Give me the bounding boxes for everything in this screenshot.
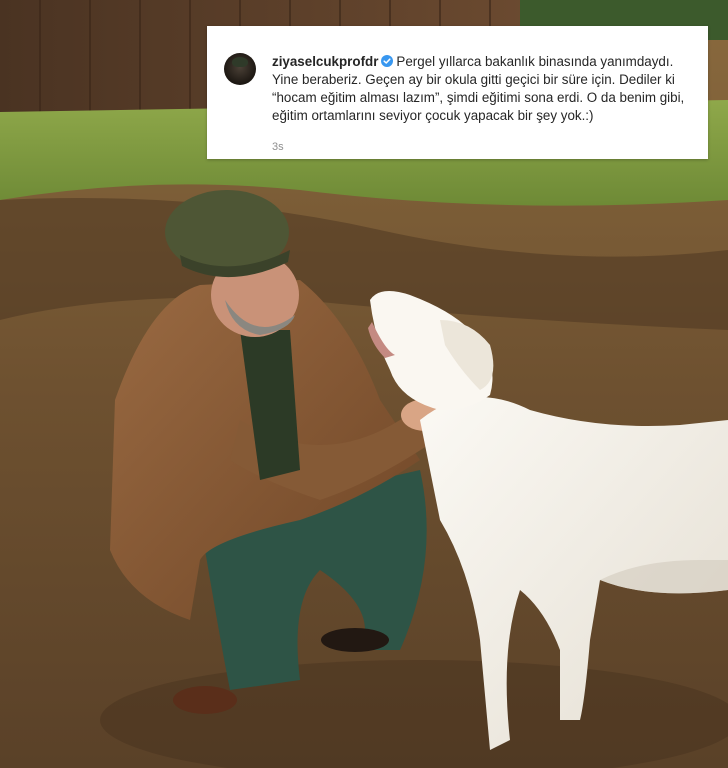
caption-text-block: ziyaselcukprofdr Pergel yıllarca bakanlık… (272, 53, 697, 125)
username-link[interactable]: ziyaselcukprofdr (272, 54, 378, 69)
profile-avatar[interactable] (224, 53, 256, 85)
caption-card: ziyaselcukprofdr Pergel yıllarca bakanlık… (207, 26, 708, 159)
verified-badge-icon (381, 55, 394, 67)
post-timestamp: 3s (272, 141, 284, 153)
